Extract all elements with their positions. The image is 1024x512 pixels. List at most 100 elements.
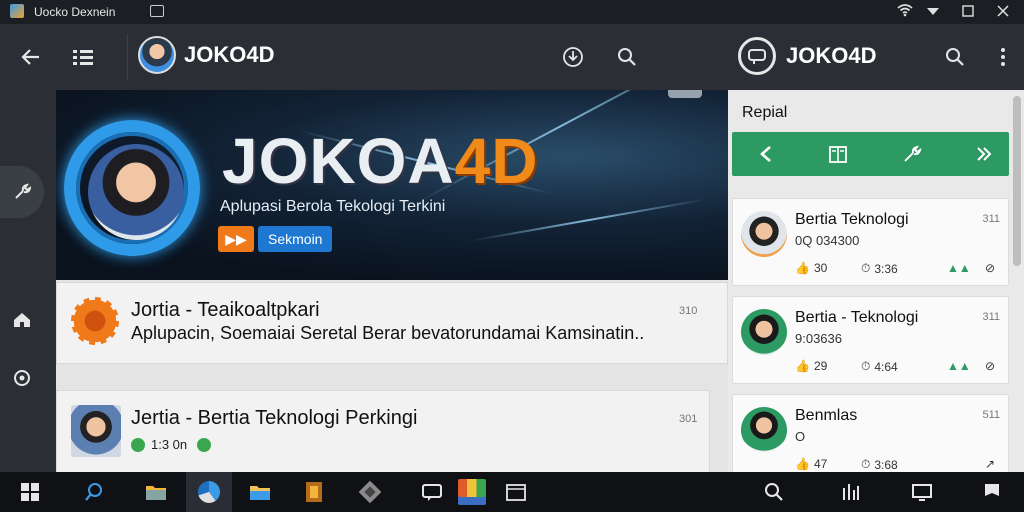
taskbar-archive-app[interactable] [298,478,330,506]
download-button[interactable] [556,40,590,74]
tab-preview-icon[interactable] [150,5,164,17]
hero-play-button[interactable]: ▶▶ [218,226,254,252]
panel-scrollbar[interactable] [1013,96,1021,266]
search-icon [618,48,636,66]
panel-brand-name: JOKO4D [786,43,877,68]
rail-tools-button[interactable] [0,166,44,218]
panel-tools-button[interactable] [898,140,926,168]
vote-icon: ▲▲ [947,359,971,373]
panel-card-subtitle: 0Q 034300 [795,233,860,248]
feed-card[interactable]: Jortia - Teaikoaltpkari Aplupacin, Soema… [56,282,728,364]
more-button[interactable] [986,40,1020,74]
feed-card[interactable]: Jertia - Bertia Teknologi Perkingi 1:3 0… [56,390,710,472]
maximize-button[interactable] [957,2,979,22]
taskbar-browser-app[interactable] [186,472,232,512]
feed-card-thumbnail [71,405,121,457]
home-icon [14,313,30,327]
feed-card-count: 301 [679,413,698,425]
panel-card-avatar [741,211,787,257]
panel-toolbar [732,132,1009,176]
taskbar [0,472,1024,512]
feed-card-time: 1:3 0n [151,437,188,452]
panel-card[interactable]: Benmlas O 511 👍 47 ⏱ 3:68 ↗ [732,394,1009,472]
app-icon [10,4,24,18]
panel-card-likes[interactable]: 👍 30 [795,261,827,275]
panel-search-button[interactable] [938,40,972,74]
panel-card-share[interactable]: ⊘ [985,261,995,275]
app-header: JOKO4D [0,24,728,90]
share-icon: ⊘ [985,359,996,373]
window-title: Uocko Dexnein [34,5,116,19]
panel-card-count: 311 [982,311,1000,323]
tray-notification-button[interactable] [976,478,1008,506]
taskbar-chat-app[interactable] [416,478,448,506]
dropdown-icon[interactable] [922,2,944,22]
arrow-left-icon [21,49,39,65]
panel-forward-button[interactable] [970,140,998,168]
panel-card-actions[interactable]: ▲▲ [947,261,971,275]
panel-book-button[interactable] [824,140,852,168]
tray-stats-button[interactable] [834,478,866,506]
brand-logo [138,36,176,74]
window-icon [506,484,526,501]
tray-desktop-button[interactable] [906,478,938,506]
taskbar-folder-app[interactable] [140,478,172,506]
panel-card-title: Bertia - Teknologi [795,309,919,326]
hero-logo-portrait [88,144,184,240]
start-button[interactable] [14,478,46,506]
rail-home-button[interactable] [0,294,44,346]
taskbar-store-app[interactable] [456,478,488,506]
panel-card-title: Bertia Teknologi [795,211,909,228]
taskbar-explorer-app[interactable] [244,478,276,506]
panel-card[interactable]: Bertia Teknologi 0Q 034300 311 👍 30 ⏱ 3:36… [732,198,1009,286]
refresh-icon [14,370,30,386]
panel-card-actions[interactable]: ▲▲ [947,359,971,373]
menu-button[interactable] [66,40,100,74]
panel-brand[interactable]: JOKO4D [738,37,876,75]
download-icon [563,47,583,67]
panel-card-subtitle: 9:03636 [795,331,842,346]
close-button[interactable] [992,2,1014,22]
back-button[interactable] [14,40,48,74]
taskbar-search-button[interactable] [78,478,110,506]
book-icon [829,146,847,163]
store-icon [458,479,486,505]
tray-search-button[interactable] [758,478,790,506]
folder-icon [146,486,166,500]
search-button[interactable] [610,40,644,74]
clock-icon: ⏱ [861,457,871,471]
panel-card-share[interactable]: ⊘ [985,359,995,373]
share-icon: ⊘ [985,261,996,275]
panel-card[interactable]: Bertia - Teknologi 9:03636 311 👍 29 ⏱ 4:64… [732,296,1009,384]
hero-banner[interactable]: JOKOA4D Aplupasi Berola Tekologi Terkini… [0,90,728,280]
panel-card-title: Benmlas [795,407,858,424]
feed-card-title: Jertia - Bertia Teknologi Perkingi [131,407,418,429]
share-icon: ↗ [985,457,996,471]
panel-card-share[interactable]: ↗ [985,457,995,471]
chat-icon [422,484,442,501]
hero-action-button[interactable]: Sekmoin [258,226,333,252]
panel-card-count: 511 [982,409,1000,421]
brand[interactable]: JOKO4D [138,36,274,74]
hero-title-accent: 4D [454,125,539,197]
wifi-icon [894,2,916,22]
brand-name: JOKO4D [184,42,275,67]
panel-card-likes[interactable]: 👍 29 [795,359,827,373]
search-icon [85,483,102,501]
side-panel: Repial Bertia Teknologi 0Q 034300 311 👍 3… [728,90,1024,472]
brand-logo-outline-icon [738,37,776,75]
rail-refresh-button[interactable] [0,352,44,404]
panel-card-avatar [741,309,787,355]
windows-icon [21,483,39,501]
left-rail [0,90,56,472]
panel-back-button[interactable] [752,140,780,168]
clock-icon: ⏱ [861,261,871,275]
taskbar-window-app[interactable] [500,478,532,506]
status-dot-icon [131,437,145,452]
panel-card-likes[interactable]: 👍 47 [795,457,827,471]
taskbar-chip-app[interactable] [354,478,386,506]
feed-card-meta: 1:3 0n [131,437,212,452]
feed-card-subtitle: Aplupacin, Soemaiai Seretal Berar bevato… [131,323,645,343]
thumbs-up-icon: 👍 [795,359,810,373]
divider [127,34,128,80]
